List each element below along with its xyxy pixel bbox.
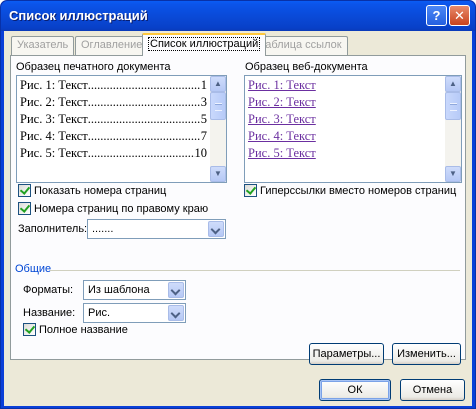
scroll-thumb[interactable] [445, 92, 461, 120]
tab-table-of-figures[interactable]: Список иллюстраций [142, 33, 267, 56]
cancel-button[interactable]: Отмена [400, 379, 465, 401]
print-preview-line: Рис. 5: Текст...........................… [20, 146, 207, 160]
show-page-numbers-checkbox[interactable] [18, 184, 31, 197]
print-preview-line: Рис. 1: Текст...........................… [20, 78, 207, 92]
right-align-label[interactable]: Номера страниц по правому краю [34, 203, 208, 215]
web-preview-link[interactable]: Рис. 1: Текст [248, 78, 316, 93]
formats-select[interactable]: Из шаблона [83, 280, 186, 300]
scroll-up-icon[interactable]: ▲ [445, 76, 461, 92]
group-divider [50, 270, 460, 271]
web-preview-link[interactable]: Рис. 3: Текст [248, 112, 316, 127]
window-title: Список иллюстраций [9, 8, 148, 23]
caption-label: Название: [23, 307, 76, 319]
chevron-down-icon[interactable] [208, 221, 224, 237]
web-preview-link[interactable]: Рис. 5: Текст [248, 146, 316, 161]
chevron-down-icon[interactable] [168, 282, 184, 298]
scroll-thumb[interactable] [210, 92, 226, 120]
formats-label: Форматы: [23, 284, 74, 296]
web-preview-label: Образец веб-документа [245, 61, 368, 73]
print-preview-line: Рис. 2: Текст...........................… [20, 95, 207, 109]
full-caption-checkbox[interactable] [23, 323, 36, 336]
right-align-checkbox[interactable] [18, 202, 31, 215]
caption-select[interactable]: Рис. [83, 303, 186, 323]
hyperlinks-checkbox[interactable] [244, 184, 257, 197]
general-group-title: Общие [15, 263, 52, 275]
modify-button[interactable]: Изменить... [392, 343, 461, 365]
full-caption-label[interactable]: Полное название [39, 324, 128, 336]
hyperlinks-label[interactable]: Гиперссылки вместо номеров страниц [260, 185, 456, 197]
close-button[interactable]: ✕ [449, 5, 470, 26]
dialog-window: Список иллюстраций ? ✕ Указатель Оглавле… [0, 0, 476, 409]
options-button[interactable]: Параметры... [309, 343, 384, 365]
title-bar[interactable]: Список иллюстраций ? ✕ [1, 1, 475, 31]
scroll-down-icon[interactable]: ▼ [445, 166, 461, 182]
tab-leader-select[interactable]: ....... [87, 219, 226, 239]
show-page-numbers-label[interactable]: Показать номера страниц [34, 185, 166, 197]
web-preview-link[interactable]: Рис. 2: Текст [248, 95, 316, 110]
scroll-up-icon[interactable]: ▲ [210, 76, 226, 92]
web-preview-box[interactable]: Рис. 1: Текст Рис. 2: Текст Рис. 3: Текс… [244, 75, 462, 183]
print-preview-box[interactable]: Рис. 1: Текст...........................… [16, 75, 227, 183]
web-preview-link[interactable]: Рис. 4: Текст [248, 129, 316, 144]
tab-table-of-authorities[interactable]: Таблица ссылок [253, 36, 348, 55]
print-preview-line: Рис. 4: Текст...........................… [20, 129, 207, 143]
tab-leader-label: Заполнитель: [18, 223, 88, 235]
web-preview-scrollbar[interactable]: ▲ ▼ [445, 76, 461, 182]
print-preview-line: Рис. 3: Текст...........................… [20, 112, 207, 126]
chevron-down-icon[interactable] [168, 305, 184, 321]
dialog-client: Указатель Оглавление Список иллюстраций … [4, 31, 472, 406]
tab-toc[interactable]: Оглавление [75, 36, 149, 55]
tab-index[interactable]: Указатель [11, 36, 75, 55]
ok-button[interactable]: ОК [319, 379, 391, 401]
scroll-down-icon[interactable]: ▼ [210, 166, 226, 182]
print-preview-label: Образец печатного документа [16, 61, 171, 73]
help-button[interactable]: ? [426, 5, 447, 26]
print-preview-scrollbar[interactable]: ▲ ▼ [210, 76, 226, 182]
